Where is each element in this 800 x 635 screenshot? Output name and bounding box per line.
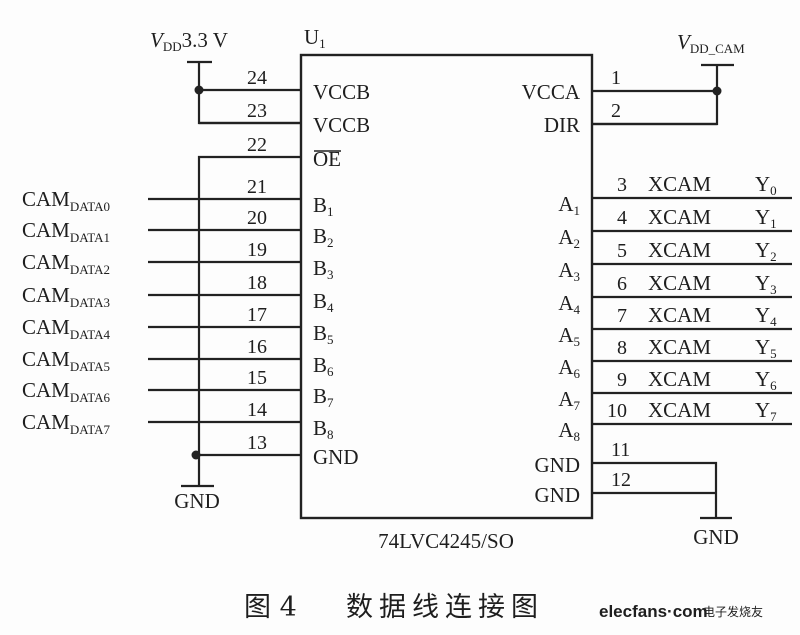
watermark-cn: 电子发烧友 [703,604,763,619]
pin-name: B5 [313,321,334,347]
signal-label: XCAM [648,367,711,391]
pin-number: 21 [247,176,267,198]
right-pin-10: XCAM Y7 10 A8 [558,398,792,444]
pin-number: 9 [617,369,627,391]
signal-bit-label: Y6 [755,367,777,393]
signal-label: XCAM [648,335,711,359]
pin-number: 14 [247,399,267,421]
signal-label: XCAM [648,271,711,295]
vdd-left-label: VDD3.3 V [150,28,228,54]
gnd-left-label: GND [174,489,220,513]
schematic-svg: U1 74LVC4245/SO VDD3.3 V VDD_CAM GND GND… [22,25,792,623]
signal-label: CAMDATA5 [22,347,110,374]
signal-label: CAMDATA4 [22,315,110,342]
signal-bit-label: Y3 [755,271,777,297]
chip-ref: U1 [304,25,326,51]
right-pin-2: 2 DIR [544,100,717,137]
pin-number: 24 [247,67,267,89]
pin-number: 10 [607,400,627,422]
signal-bit-label: Y2 [755,238,777,264]
signal-label: CAMDATA6 [22,378,110,405]
pin-name: VCCA [522,80,581,104]
schematic-figure: U1 74LVC4245/SO VDD3.3 V VDD_CAM GND GND… [0,0,800,635]
pin-number: 3 [617,174,627,196]
signal-bit-label: Y4 [755,303,777,329]
pin-name: A2 [558,225,580,251]
pin-name: GND [535,483,581,507]
pin-name: A8 [558,418,580,444]
figure-number: 图 4 [244,592,297,623]
signal-label: XCAM [648,238,711,262]
pin-name: A7 [558,387,580,413]
pin-name: B4 [313,289,334,315]
pin-number: 5 [617,240,627,262]
gnd-right-label: GND [693,525,739,549]
left-pin-21: CAMDATA0 21 B1 [22,176,334,219]
signal-label: CAMDATA2 [22,250,110,277]
pin-name: B3 [313,256,334,282]
left-pin-20: CAMDATA1 20 B2 [22,207,334,250]
left-pin-14: CAMDATA7 14 B8 [22,399,334,442]
left-pin-22: 22OE [247,134,341,171]
left-pin-13: 13 GND [199,432,359,469]
pin-name: B1 [313,193,334,219]
pin-name: GND [535,453,581,477]
left-pin-16: CAMDATA5 16 B6 [22,336,334,379]
signal-label: XCAM [648,205,711,229]
pin-name: A4 [558,291,580,317]
left-pin-24: 24 VCCB [199,67,370,104]
signal-label: XCAM [648,172,711,196]
pin-name: DIR [544,113,580,137]
pin-number: 13 [247,432,267,454]
pin-number: 1 [611,67,621,89]
pin-number: 16 [247,336,267,358]
pin-number: 7 [617,305,627,327]
left-pin-18: CAMDATA3 18 B4 [22,272,334,315]
left-pin-15: CAMDATA6 15 B7 [22,367,334,410]
pin-number: 20 [247,207,267,229]
watermark-brand: elecfans·com [599,602,708,621]
pin-number: 11 [611,439,630,461]
pin-name: B8 [313,416,334,442]
signal-label: CAMDATA7 [22,410,110,437]
left-pin-23: 23 VCCB [199,100,370,137]
pin-number: 2 [611,100,621,122]
pin-number: 22 [247,134,267,156]
pin-name: A3 [558,258,580,284]
signal-bit-label: Y1 [755,205,777,231]
signal-label: CAMDATA3 [22,283,110,310]
signal-label: XCAM [648,303,711,327]
vdd-right-label: VDD_CAM [677,30,745,56]
pin-name: B7 [313,384,334,410]
signal-bit-label: Y7 [755,398,777,424]
pin-name: A5 [558,323,580,349]
pin-number: 23 [247,100,267,122]
pin-name: A1 [558,192,580,218]
pin-number: 4 [617,207,627,229]
figure-title: 数据线连接图 [346,592,544,623]
pin-number: 19 [247,239,267,261]
signal-label: CAMDATA1 [22,218,110,245]
left-pin-17: CAMDATA4 17 B5 [22,304,334,347]
pin-number: 15 [247,367,267,389]
pin-number: 8 [617,337,627,359]
right-pin-1: 1 VCCA [522,67,717,104]
pin-number: 18 [247,272,267,294]
pin-number: 12 [611,469,631,491]
pin-name: GND [313,445,359,469]
signal-label: XCAM [648,398,711,422]
pin-name: A6 [558,355,580,381]
pin-name: VCCB [313,113,370,137]
left-pin-19: CAMDATA2 19 B3 [22,239,334,282]
chip-part-number: 74LVC4245/SO [378,529,514,553]
pin-number: 6 [617,273,627,295]
signal-bit-label: Y5 [755,335,777,361]
pin-number: 17 [247,304,267,326]
pin-name: VCCB [313,80,370,104]
pin-name: B6 [313,353,334,379]
pin-name: B2 [313,224,334,250]
signal-label: CAMDATA0 [22,187,110,214]
signal-bit-label: Y0 [755,172,777,198]
